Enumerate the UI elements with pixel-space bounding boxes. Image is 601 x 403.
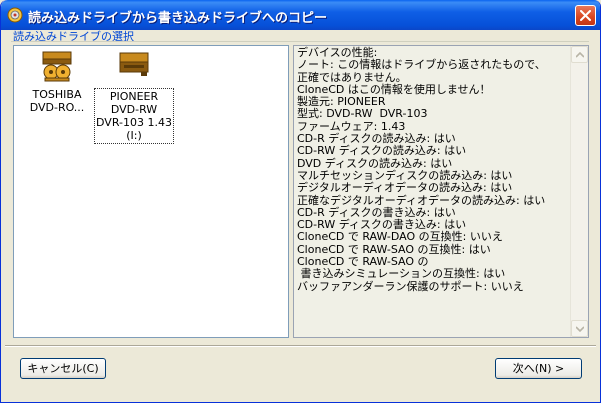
drive-item-pioneer[interactable]: PIONEER DVD-RW DVR-103 1.43 (I:) (94, 50, 174, 144)
drive-label: TOSHIBA DVD-RO... (29, 88, 85, 114)
device-info-text: デバイスの性能: ノート: この情報はドライブから返されたもので、 正確ではありませ… (297, 46, 569, 293)
button-separator (5, 345, 596, 347)
chevron-up-icon (576, 52, 584, 58)
info-line: ノート: この情報はドライブから返されたもので、 (297, 58, 546, 72)
info-line: 型式: DVD-RW DVR-103 (297, 107, 428, 121)
close-icon (580, 10, 591, 21)
info-line: 書き込みシミュレーションの互換性: はい (297, 267, 506, 281)
cancel-button[interactable]: キャンセル(C) (20, 358, 106, 379)
optical-drive-icon (42, 51, 72, 82)
info-line: バッファアンダーラン保護のサポート: いいえ (297, 279, 524, 293)
drive-label: PIONEER DVD-RW DVR-103 1.43 (I:) (94, 88, 174, 144)
title-bar[interactable]: 読み込みドライブから書き込みドライブへのコピー (1, 0, 600, 30)
info-line: CD-RW ディスクの読み込み: はい (297, 144, 467, 158)
scroll-down-button[interactable] (571, 320, 588, 337)
vertical-scrollbar[interactable] (570, 46, 588, 337)
drive-item-toshiba[interactable]: TOSHIBA DVD-RO... (17, 50, 97, 114)
window-title: 読み込みドライブから書き込みドライブへのコピー (28, 11, 328, 26)
next-button[interactable]: 次へ(N) > (495, 358, 582, 379)
info-line: CloneCD で RAW-DAO の互換性: いいえ (297, 230, 503, 244)
scroll-up-button[interactable] (571, 46, 588, 63)
optical-drive-icon (119, 52, 149, 76)
info-line: 正確なデジタルオーディオデータの読み込み: はい (297, 193, 546, 207)
group-separator (11, 41, 589, 42)
device-info-panel[interactable]: デバイスの性能: ノート: この情報はドライブから返されたもので、 正確ではありませ… (293, 45, 589, 338)
drive-list[interactable]: TOSHIBA DVD-RO... PIONEER DVD-RW DVR-103 1.… (13, 45, 289, 338)
info-line: デジタルオーディオデータの読み込み: はい (297, 181, 513, 195)
dialog-window: 読み込みドライブから書き込みドライブへのコピー 読み込みドライブの選択 TOSH… (0, 0, 601, 403)
close-button[interactable] (575, 5, 596, 26)
clonecd-app-icon (7, 7, 23, 23)
chevron-down-icon (576, 326, 584, 332)
